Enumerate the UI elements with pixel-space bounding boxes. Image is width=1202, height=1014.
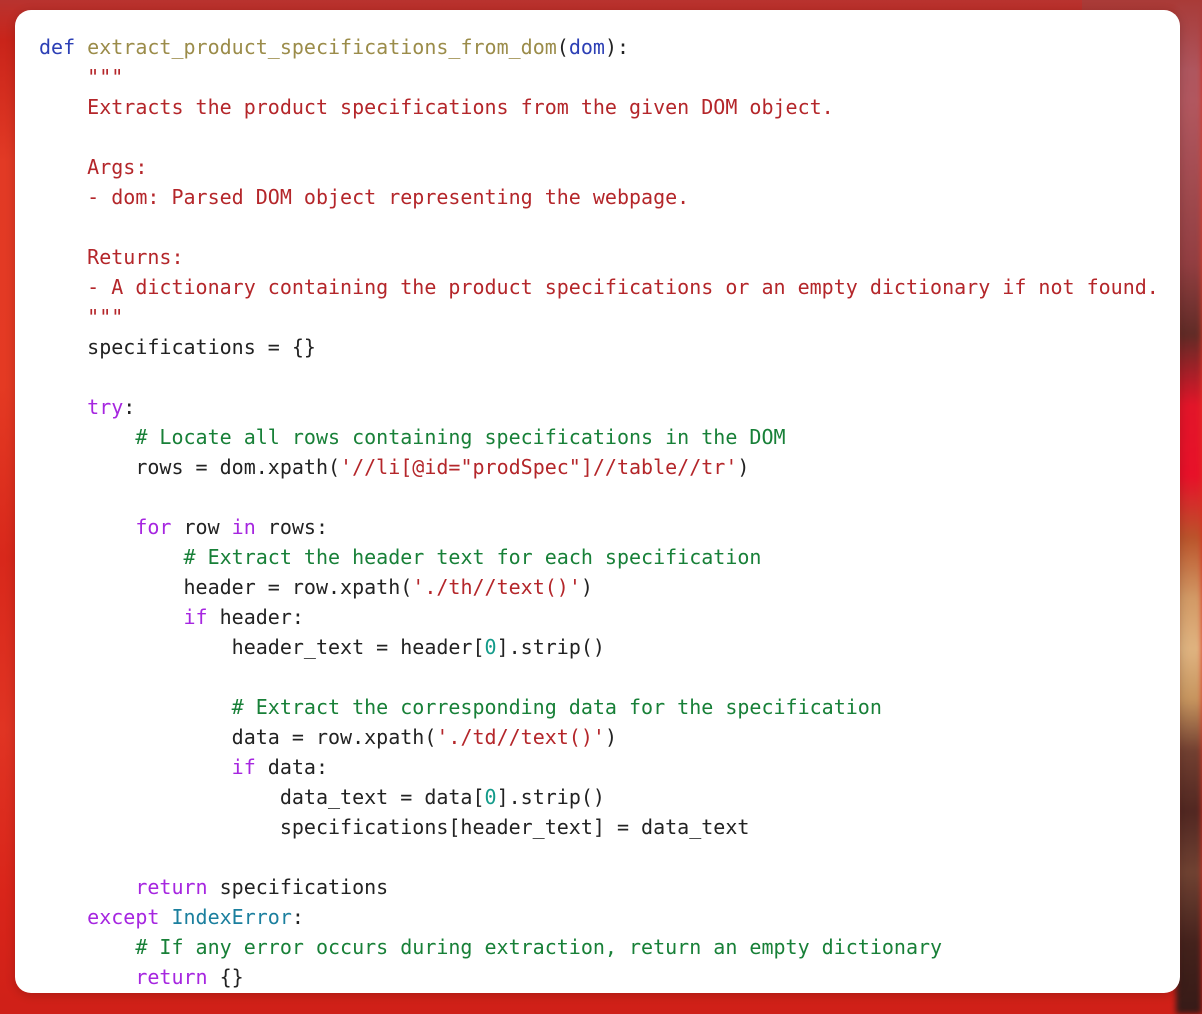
code-line: # Extract the corresponding data for the… — [39, 695, 882, 719]
code-line: # Locate all rows containing specificati… — [39, 425, 786, 449]
code-token-num: 0 — [484, 785, 497, 809]
code-token-plain: : — [291, 905, 304, 929]
code-token-plain: ): — [604, 35, 630, 59]
code-token-plain: data_text = data[ — [39, 785, 485, 809]
code-token-plain: ( — [556, 35, 569, 59]
code-line: header = row.xpath('./th//text()') — [39, 575, 593, 599]
code-token-kw: try — [87, 395, 124, 419]
code-card: def extract_product_specifications_from_… — [15, 10, 1180, 993]
code-token-doc: Returns: — [39, 245, 184, 269]
python-code-block[interactable]: def extract_product_specifications_from_… — [15, 10, 1180, 992]
code-token-kw: in — [231, 515, 256, 539]
code-line: specifications[header_text] = data_text — [39, 815, 750, 839]
code-token-doc: - dom: Parsed DOM object representing th… — [39, 185, 690, 209]
code-line: """ — [39, 305, 123, 329]
code-token-kw: if — [231, 755, 256, 779]
code-token-comment: # Extract the corresponding data for the… — [231, 695, 882, 719]
code-token-plain: ) — [737, 455, 750, 479]
code-token-plain: rows: — [255, 515, 329, 539]
code-line: - A dictionary containing the product sp… — [39, 275, 1159, 299]
code-line: """ — [39, 65, 123, 89]
code-line: # If any error occurs during extraction,… — [39, 935, 942, 959]
code-token-plain: row — [171, 515, 232, 539]
code-line: return {} — [39, 965, 244, 989]
code-line: Args: — [39, 155, 147, 179]
code-token-plain: header: — [207, 605, 304, 629]
code-token-builtin: IndexError — [171, 905, 292, 929]
code-line: for row in rows: — [39, 515, 328, 539]
code-token-plain: {} — [207, 965, 244, 989]
code-token-doc: - A dictionary containing the product sp… — [39, 275, 1159, 299]
code-token-fname: extract_product_specifications_from_dom — [87, 35, 557, 59]
code-token-str: './th//text()' — [412, 575, 581, 599]
code-token-def: def — [39, 35, 88, 59]
code-token-plain: ) — [604, 725, 617, 749]
code-token-doc: """ — [87, 65, 124, 89]
code-line: header_text = header[0].strip() — [39, 635, 605, 659]
code-line: if data: — [39, 755, 328, 779]
code-token-plain: ].strip() — [496, 785, 605, 809]
code-token-plain: : — [123, 395, 136, 419]
code-token-plain: specifications = {} — [39, 335, 316, 359]
code-line: try: — [39, 395, 135, 419]
code-token-kw: for — [135, 515, 172, 539]
code-line: Extracts the product specifications from… — [39, 95, 834, 119]
code-token-num: 0 — [484, 635, 497, 659]
code-token-comment: # Locate all rows containing specificati… — [135, 425, 786, 449]
code-token-kw: return — [135, 965, 208, 989]
code-line: - dom: Parsed DOM object representing th… — [39, 185, 689, 209]
code-token-plain: data: — [255, 755, 328, 779]
code-token-kw: if — [183, 605, 208, 629]
code-token-param: dom — [568, 35, 605, 59]
code-line: return specifications — [39, 875, 388, 899]
code-token-plain: specifications[header_text] = data_text — [39, 815, 750, 839]
code-line: Returns: — [39, 245, 184, 269]
code-token-comment: # Extract the header text for each speci… — [183, 545, 762, 569]
code-token-comment: # If any error occurs during extraction,… — [135, 935, 943, 959]
code-token-plain: ) — [580, 575, 593, 599]
code-line: except IndexError: — [39, 905, 304, 929]
code-line: # Extract the header text for each speci… — [39, 545, 762, 569]
code-token-plain: header = row.xpath( — [39, 575, 413, 599]
code-token-plain: header_text = header[ — [39, 635, 485, 659]
code-token-doc: Args: — [39, 155, 148, 179]
code-token-doc: """ — [87, 305, 124, 329]
code-token-str: './td//text()' — [436, 725, 605, 749]
code-line: specifications = {} — [39, 335, 316, 359]
code-token-kw: except — [87, 905, 160, 929]
code-token-doc: Extracts the product specifications from… — [39, 95, 834, 119]
code-line: data_text = data[0].strip() — [39, 785, 605, 809]
code-line: if header: — [39, 605, 304, 629]
code-token-plain: specifications — [207, 875, 389, 899]
code-token-plain: rows = dom.xpath( — [39, 455, 341, 479]
code-line: rows = dom.xpath('//li[@id="prodSpec"]//… — [39, 455, 749, 479]
code-token-kw: return — [135, 875, 208, 899]
code-token-str: '//li[@id="prodSpec"]//table//tr' — [340, 455, 738, 479]
code-token-plain: ].strip() — [496, 635, 605, 659]
code-line: data = row.xpath('./td//text()') — [39, 725, 617, 749]
code-token-plain: data = row.xpath( — [39, 725, 437, 749]
code-line: def extract_product_specifications_from_… — [39, 35, 629, 59]
